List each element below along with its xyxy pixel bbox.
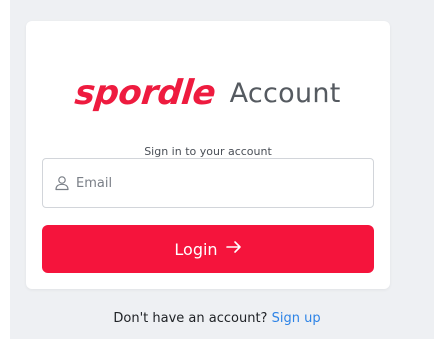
email-input[interactable]: [76, 175, 356, 191]
brand-suffix: Account: [229, 77, 341, 109]
arrow-right-icon: [225, 240, 242, 258]
signin-subtitle: Sign in to your account: [144, 145, 272, 158]
login-label: Login: [174, 239, 218, 259]
spordle-logo: spordle: [73, 73, 218, 113]
signup-prompt-text: Don't have an account?: [113, 311, 268, 326]
page-edge: [0, 0, 10, 339]
login-button[interactable]: Login: [42, 225, 374, 273]
email-field[interactable]: [42, 158, 374, 208]
user-icon: [54, 175, 70, 191]
brand-header: spordle Account: [26, 73, 390, 113]
signup-link[interactable]: Sign up: [272, 311, 321, 326]
login-card: spordle Account Sign in to your account …: [26, 21, 390, 289]
signup-prompt: Don't have an account? Sign up: [0, 311, 434, 326]
